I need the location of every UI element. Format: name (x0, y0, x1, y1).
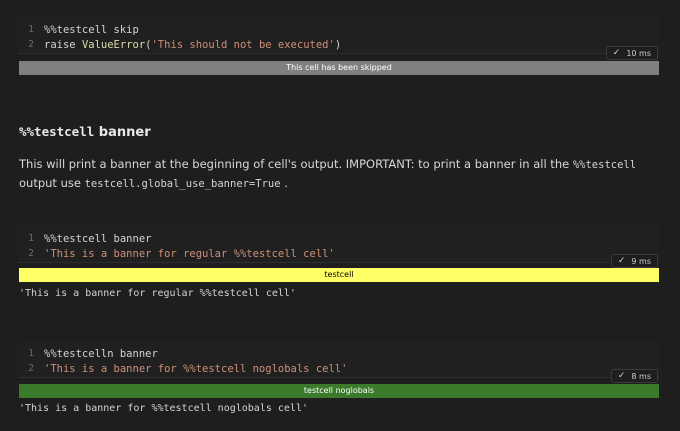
testcell-noglobals-banner: testcell noglobals (19, 384, 659, 398)
line-number: 2 (28, 363, 34, 374)
code-cell-2[interactable]: 1 %%testcell banner 2 'This is a banner for… (18, 226, 660, 263)
line-number: 1 (28, 24, 34, 35)
code-token: %%testcell skip (44, 23, 139, 36)
code-line[interactable]: 1 %%testcelln banner (18, 346, 660, 361)
code-text: %%testcell skip (44, 24, 139, 36)
description-paragraph: This will print a banner at the beginnin… (19, 157, 637, 190)
code-text: raise ValueError('This should not be exe… (44, 39, 341, 51)
checkmark-icon: ✓ (617, 256, 626, 266)
code-token: %%testcell banner (44, 232, 152, 245)
code-token: raise (44, 38, 82, 51)
code-line[interactable]: 1 %%testcell skip (18, 22, 660, 37)
code-cell-3[interactable]: 1 %%testcelln banner 2 'This is a banner fo… (18, 341, 660, 378)
line-number: 2 (28, 248, 34, 259)
code-cell-1[interactable]: 1 %%testcell skip 2 raise ValueError('This … (18, 17, 660, 54)
testcell-banner: testcell (19, 268, 659, 282)
code-line[interactable]: 1 %%testcell banner (18, 231, 660, 246)
code-line[interactable]: 2 'This is a banner for regular %%testcel… (18, 246, 660, 261)
code-token: %%testcelln banner (44, 347, 158, 360)
execution-status: ✓ 8 ms (610, 369, 658, 383)
code-text: %%testcelln banner (44, 348, 158, 360)
code-line[interactable]: 2 'This is a banner for %%testcell noglob… (18, 361, 660, 376)
code-text: %%testcell banner (44, 233, 151, 245)
code-token: 'This is a banner for %%testcell nogloba… (44, 362, 348, 375)
execution-status: ✓ 9 ms (610, 254, 658, 268)
code-editor[interactable]: 1 %%testcell skip 2 raise ValueError('This … (18, 17, 660, 52)
cell-output: 'This is a banner for %%testcell nogloba… (19, 403, 308, 414)
code-text: 'This is a banner for regular %%testcell… (44, 248, 335, 260)
cell-output: 'This is a banner for regular %%testcell… (19, 288, 296, 299)
line-number: 1 (28, 348, 34, 359)
line-number: 1 (28, 233, 34, 244)
code-token: 'This should not be executed' (151, 38, 335, 51)
code-editor[interactable]: 1 %%testcelln banner 2 'This is a banner fo… (18, 341, 660, 376)
code-token: 'This is a banner for regular %%testcell… (44, 247, 335, 260)
code-editor[interactable]: 1 %%testcell banner 2 'This is a banner for… (18, 226, 660, 261)
code-text: 'This is a banner for %%testcell nogloba… (44, 363, 347, 375)
execution-status: ✓ 10 ms (605, 46, 658, 60)
section-heading: %%testcell banner (19, 124, 151, 140)
checkmark-icon: ✓ (612, 48, 621, 58)
code-token: ) (334, 38, 342, 51)
line-number: 2 (28, 39, 34, 50)
code-token: ValueError (81, 38, 146, 51)
skipped-banner: This cell has been skipped (19, 61, 659, 75)
code-line[interactable]: 2 raise ValueError('This should not be ex… (18, 37, 660, 52)
checkmark-icon: ✓ (617, 371, 626, 381)
